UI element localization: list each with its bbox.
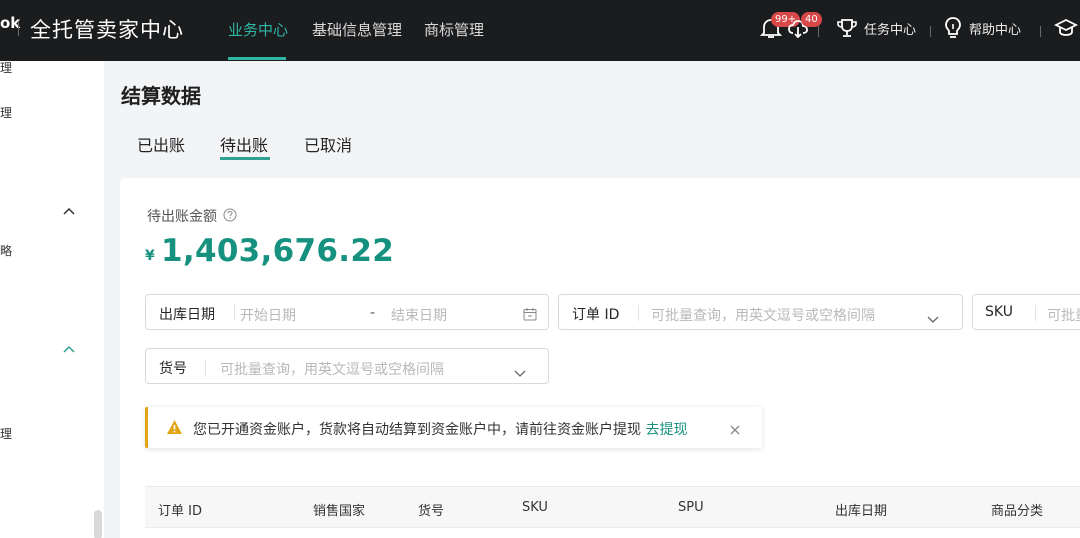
sku-input[interactable]: 可批量 — [1047, 305, 1080, 325]
toolbar-divider — [1040, 26, 1041, 37]
warning-icon — [166, 419, 183, 435]
nav-active-indicator — [228, 57, 286, 60]
column-header[interactable]: 商品分类 — [991, 500, 1043, 519]
toolbar-divider — [818, 26, 819, 37]
brand-divider — [18, 22, 19, 36]
column-header[interactable]: 订单 ID — [158, 500, 202, 519]
column-header[interactable]: 出库日期 — [835, 500, 887, 519]
sidebar-item-label[interactable]: 理 — [0, 425, 12, 442]
order-id-input[interactable]: 可批量查询，用英文逗号或空格间隔 — [651, 305, 875, 325]
chevron-down-icon[interactable] — [927, 309, 939, 323]
lightbulb-icon[interactable] — [943, 16, 965, 40]
item-number-label: 货号 — [159, 361, 187, 377]
trophy-icon[interactable] — [836, 17, 858, 41]
withdraw-link[interactable]: 去提现 — [645, 422, 687, 438]
order-id-label: 订单 ID — [572, 307, 620, 323]
page-title: 结算数据 — [121, 84, 201, 108]
field-divider — [638, 305, 639, 321]
graduation-cap-icon[interactable] — [1053, 17, 1079, 41]
item-number-filter[interactable]: 货号 可批量查询，用英文逗号或空格间隔 — [145, 348, 549, 384]
sidebar: 理 理 略 理 — [0, 61, 104, 538]
notice-message: 您已开通资金账户，货款将自动结算到资金账户中，请前往资金账户提现 去提现 — [193, 419, 687, 439]
column-header[interactable]: SKU — [522, 500, 548, 515]
end-date-input[interactable]: 结束日期 — [391, 305, 447, 325]
pending-amount-value: 1,403,676.22 — [161, 233, 395, 269]
tab-billed[interactable]: 已出账 — [137, 132, 185, 156]
nav-trademark[interactable]: 商标管理 — [424, 19, 484, 40]
tab-pending[interactable]: 待出账 — [220, 132, 268, 156]
brand-title: 全托管卖家中心 — [30, 18, 184, 42]
task-center-link[interactable]: 任务中心 — [864, 19, 916, 38]
sidebar-item-label[interactable]: 略 — [0, 242, 12, 259]
pending-amount-label: 待出账金额 — [147, 209, 217, 225]
chevron-up-icon[interactable] — [63, 200, 75, 215]
order-id-filter[interactable]: 订单 ID 可批量查询，用英文逗号或空格间隔 — [558, 294, 963, 330]
nav-business-center[interactable]: 业务中心 — [228, 19, 288, 40]
item-number-input[interactable]: 可批量查询，用英文逗号或空格间隔 — [220, 359, 444, 379]
start-date-input[interactable]: 开始日期 — [240, 305, 296, 325]
date-range-filter[interactable]: 出库日期 开始日期 - 结束日期 — [145, 294, 549, 330]
field-divider — [205, 359, 206, 375]
field-divider — [1035, 305, 1036, 321]
help-center-link[interactable]: 帮助中心 — [969, 19, 1021, 38]
column-header[interactable]: 货号 — [418, 500, 444, 519]
calendar-icon[interactable] — [523, 306, 537, 321]
column-header[interactable]: 销售国家 — [313, 500, 365, 519]
date-range-separator: - — [370, 305, 376, 321]
fund-account-notice: 您已开通资金账户，货款将自动结算到资金账户中，请前往资金账户提现 去提现 — [145, 407, 762, 448]
top-bar: ok 全托管卖家中心 业务中心 基础信息管理 商标管理 99+ 40 任务中心 … — [0, 0, 1080, 61]
currency-symbol: ¥ — [145, 248, 155, 264]
field-divider — [234, 305, 235, 321]
table-header: 订单 ID 销售国家 货号 SKU SPU 出库日期 商品分类 — [145, 486, 1080, 528]
close-icon[interactable] — [729, 421, 741, 435]
date-filter-label: 出库日期 — [159, 307, 215, 323]
sync-badge: 40 — [801, 12, 822, 27]
sidebar-scrollbar[interactable] — [94, 510, 102, 538]
chevron-up-icon[interactable] — [63, 338, 75, 353]
toolbar-divider — [930, 26, 931, 37]
sidebar-item-label[interactable]: 理 — [0, 59, 12, 76]
nav-basic-info[interactable]: 基础信息管理 — [312, 19, 402, 40]
column-header[interactable]: SPU — [678, 500, 704, 515]
question-circle-icon[interactable] — [223, 207, 237, 222]
tab-active-indicator — [220, 157, 270, 160]
sidebar-item-label[interactable]: 理 — [0, 104, 12, 121]
sku-filter[interactable]: SKU 可批量 — [972, 294, 1080, 330]
sku-label: SKU — [985, 304, 1013, 320]
tab-cancelled[interactable]: 已取消 — [304, 132, 352, 156]
notice-text: 您已开通资金账户，货款将自动结算到资金账户中，请前往资金账户提现 — [193, 422, 641, 438]
chevron-down-icon[interactable] — [514, 363, 526, 377]
